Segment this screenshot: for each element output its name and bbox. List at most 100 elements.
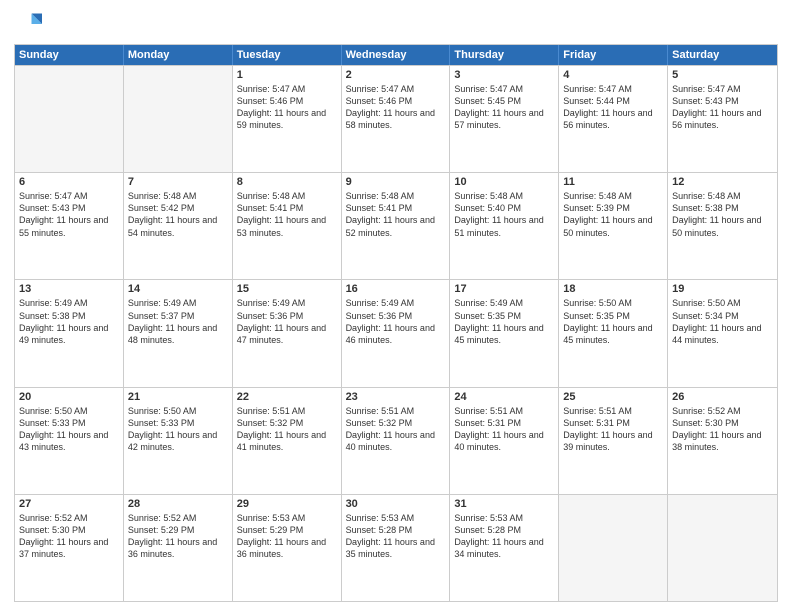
calendar-cell: 12 Sunrise: 5:48 AMSunset: 5:38 PMDayligh… xyxy=(668,173,777,279)
calendar-cell: 23 Sunrise: 5:51 AMSunset: 5:32 PMDayligh… xyxy=(342,388,451,494)
cell-info: Sunrise: 5:48 AMSunset: 5:42 PMDaylight:… xyxy=(128,190,228,239)
cell-info: Sunrise: 5:49 AMSunset: 5:38 PMDaylight:… xyxy=(19,297,119,346)
day-number: 20 xyxy=(19,391,119,403)
day-number: 2 xyxy=(346,69,446,81)
calendar-cell: 15Sunrise: 5:49 AMSunset: 5:36 PMDayligh… xyxy=(233,280,342,386)
cell-info: Sunrise: 5:53 AMSunset: 5:28 PMDaylight:… xyxy=(454,512,554,561)
cell-info: Sunrise: 5:48 AMSunset: 5:38 PMDaylight:… xyxy=(672,190,773,239)
cell-info: Sunrise: 5:47 AMSunset: 5:46 PMDaylight:… xyxy=(237,83,337,132)
calendar-cell: 1 Sunrise: 5:47 AMSunset: 5:46 PMDaylight… xyxy=(233,66,342,172)
day-number: 9 xyxy=(346,176,446,188)
cell-info: Sunrise: 5:48 AMSunset: 5:41 PMDaylight:… xyxy=(237,190,337,239)
day-number: 19 xyxy=(672,283,773,295)
day-number: 3 xyxy=(454,69,554,81)
calendar-cell: 28 Sunrise: 5:52 AMSunset: 5:29 PMDayligh… xyxy=(124,495,233,601)
cell-info: Sunrise: 5:50 AMSunset: 5:33 PMDaylight:… xyxy=(128,405,228,454)
header-cell-thursday: Thursday xyxy=(450,45,559,65)
calendar-week-4: 20 Sunrise: 5:50 AMSunset: 5:33 PMDayligh… xyxy=(15,387,777,494)
calendar-cell: 2 Sunrise: 5:47 AMSunset: 5:46 PMDaylight… xyxy=(342,66,451,172)
day-number: 8 xyxy=(237,176,337,188)
calendar-cell: 6 Sunrise: 5:47 AMSunset: 5:43 PMDaylight… xyxy=(15,173,124,279)
calendar-cell: 16 Sunrise: 5:49 AMSunset: 5:36 PMDayligh… xyxy=(342,280,451,386)
cell-info: Sunrise: 5:53 AMSunset: 5:29 PMDaylight:… xyxy=(237,512,337,561)
cell-info: Sunrise: 5:52 AMSunset: 5:29 PMDaylight:… xyxy=(128,512,228,561)
calendar-header: SundayMondayTuesdayWednesdayThursdayFrid… xyxy=(15,45,777,65)
calendar-cell: 26 Sunrise: 5:52 AMSunset: 5:30 PMDayligh… xyxy=(668,388,777,494)
header-cell-wednesday: Wednesday xyxy=(342,45,451,65)
cell-info: Sunrise: 5:52 AMSunset: 5:30 PMDaylight:… xyxy=(19,512,119,561)
calendar-cell: 30 Sunrise: 5:53 AMSunset: 5:28 PMDayligh… xyxy=(342,495,451,601)
day-number: 11 xyxy=(563,176,663,188)
cell-info: Sunrise: 5:50 AMSunset: 5:33 PMDaylight:… xyxy=(19,405,119,454)
calendar-cell xyxy=(15,66,124,172)
calendar-cell: 27 Sunrise: 5:52 AMSunset: 5:30 PMDayligh… xyxy=(15,495,124,601)
header-cell-friday: Friday xyxy=(559,45,668,65)
calendar-cell xyxy=(124,66,233,172)
calendar-cell: 22 Sunrise: 5:51 AMSunset: 5:32 PMDayligh… xyxy=(233,388,342,494)
calendar-cell: 13 Sunrise: 5:49 AMSunset: 5:38 PMDayligh… xyxy=(15,280,124,386)
day-number: 17 xyxy=(454,283,554,295)
cell-info: Sunrise: 5:50 AMSunset: 5:35 PMDaylight:… xyxy=(563,297,663,346)
logo xyxy=(14,10,46,38)
day-number: 29 xyxy=(237,498,337,510)
cell-info: Sunrise: 5:47 AMSunset: 5:45 PMDaylight:… xyxy=(454,83,554,132)
logo-icon xyxy=(14,10,42,38)
day-number: 1 xyxy=(237,69,337,81)
cell-info: Sunrise: 5:49 AMSunset: 5:35 PMDaylight:… xyxy=(454,297,554,346)
day-number: 15 xyxy=(237,283,337,295)
day-number: 23 xyxy=(346,391,446,403)
cell-info: Sunrise: 5:51 AMSunset: 5:31 PMDaylight:… xyxy=(454,405,554,454)
calendar-cell: 7Sunrise: 5:48 AMSunset: 5:42 PMDaylight… xyxy=(124,173,233,279)
cell-info: Sunrise: 5:50 AMSunset: 5:34 PMDaylight:… xyxy=(672,297,773,346)
day-number: 10 xyxy=(454,176,554,188)
calendar-cell: 11 Sunrise: 5:48 AMSunset: 5:39 PMDayligh… xyxy=(559,173,668,279)
cell-info: Sunrise: 5:53 AMSunset: 5:28 PMDaylight:… xyxy=(346,512,446,561)
day-number: 22 xyxy=(237,391,337,403)
calendar: SundayMondayTuesdayWednesdayThursdayFrid… xyxy=(14,44,778,602)
day-number: 6 xyxy=(19,176,119,188)
day-number: 27 xyxy=(19,498,119,510)
calendar-cell: 8 Sunrise: 5:48 AMSunset: 5:41 PMDaylight… xyxy=(233,173,342,279)
cell-info: Sunrise: 5:48 AMSunset: 5:40 PMDaylight:… xyxy=(454,190,554,239)
cell-info: Sunrise: 5:52 AMSunset: 5:30 PMDaylight:… xyxy=(672,405,773,454)
calendar-cell: 5 Sunrise: 5:47 AMSunset: 5:43 PMDaylight… xyxy=(668,66,777,172)
calendar-cell: 21 Sunrise: 5:50 AMSunset: 5:33 PMDayligh… xyxy=(124,388,233,494)
calendar-week-5: 27 Sunrise: 5:52 AMSunset: 5:30 PMDayligh… xyxy=(15,494,777,601)
header-cell-monday: Monday xyxy=(124,45,233,65)
day-number: 24 xyxy=(454,391,554,403)
day-number: 13 xyxy=(19,283,119,295)
day-number: 14 xyxy=(128,283,228,295)
calendar-cell: 10 Sunrise: 5:48 AMSunset: 5:40 PMDayligh… xyxy=(450,173,559,279)
day-number: 26 xyxy=(672,391,773,403)
cell-info: Sunrise: 5:48 AMSunset: 5:41 PMDaylight:… xyxy=(346,190,446,239)
cell-info: Sunrise: 5:47 AMSunset: 5:46 PMDaylight:… xyxy=(346,83,446,132)
day-number: 21 xyxy=(128,391,228,403)
calendar-cell xyxy=(559,495,668,601)
calendar-cell: 24 Sunrise: 5:51 AMSunset: 5:31 PMDayligh… xyxy=(450,388,559,494)
day-number: 4 xyxy=(563,69,663,81)
day-number: 28 xyxy=(128,498,228,510)
cell-info: Sunrise: 5:47 AMSunset: 5:43 PMDaylight:… xyxy=(672,83,773,132)
cell-info: Sunrise: 5:51 AMSunset: 5:32 PMDaylight:… xyxy=(237,405,337,454)
calendar-cell: 14 Sunrise: 5:49 AMSunset: 5:37 PMDayligh… xyxy=(124,280,233,386)
cell-info: Sunrise: 5:49 AMSunset: 5:36 PMDaylight:… xyxy=(346,297,446,346)
cell-info: Sunrise: 5:47 AMSunset: 5:43 PMDaylight:… xyxy=(19,190,119,239)
calendar-cell: 29 Sunrise: 5:53 AMSunset: 5:29 PMDayligh… xyxy=(233,495,342,601)
header-cell-saturday: Saturday xyxy=(668,45,777,65)
calendar-cell: 17 Sunrise: 5:49 AMSunset: 5:35 PMDayligh… xyxy=(450,280,559,386)
calendar-body: 1 Sunrise: 5:47 AMSunset: 5:46 PMDaylight… xyxy=(15,65,777,601)
day-number: 18 xyxy=(563,283,663,295)
day-number: 16 xyxy=(346,283,446,295)
day-number: 30 xyxy=(346,498,446,510)
header-cell-tuesday: Tuesday xyxy=(233,45,342,65)
calendar-week-3: 13 Sunrise: 5:49 AMSunset: 5:38 PMDayligh… xyxy=(15,279,777,386)
cell-info: Sunrise: 5:49 AMSunset: 5:37 PMDaylight:… xyxy=(128,297,228,346)
calendar-cell: 19 Sunrise: 5:50 AMSunset: 5:34 PMDayligh… xyxy=(668,280,777,386)
calendar-cell: 31Sunrise: 5:53 AMSunset: 5:28 PMDayligh… xyxy=(450,495,559,601)
cell-info: Sunrise: 5:51 AMSunset: 5:32 PMDaylight:… xyxy=(346,405,446,454)
cell-info: Sunrise: 5:51 AMSunset: 5:31 PMDaylight:… xyxy=(563,405,663,454)
cell-info: Sunrise: 5:48 AMSunset: 5:39 PMDaylight:… xyxy=(563,190,663,239)
day-number: 12 xyxy=(672,176,773,188)
day-number: 5 xyxy=(672,69,773,81)
header xyxy=(14,10,778,38)
